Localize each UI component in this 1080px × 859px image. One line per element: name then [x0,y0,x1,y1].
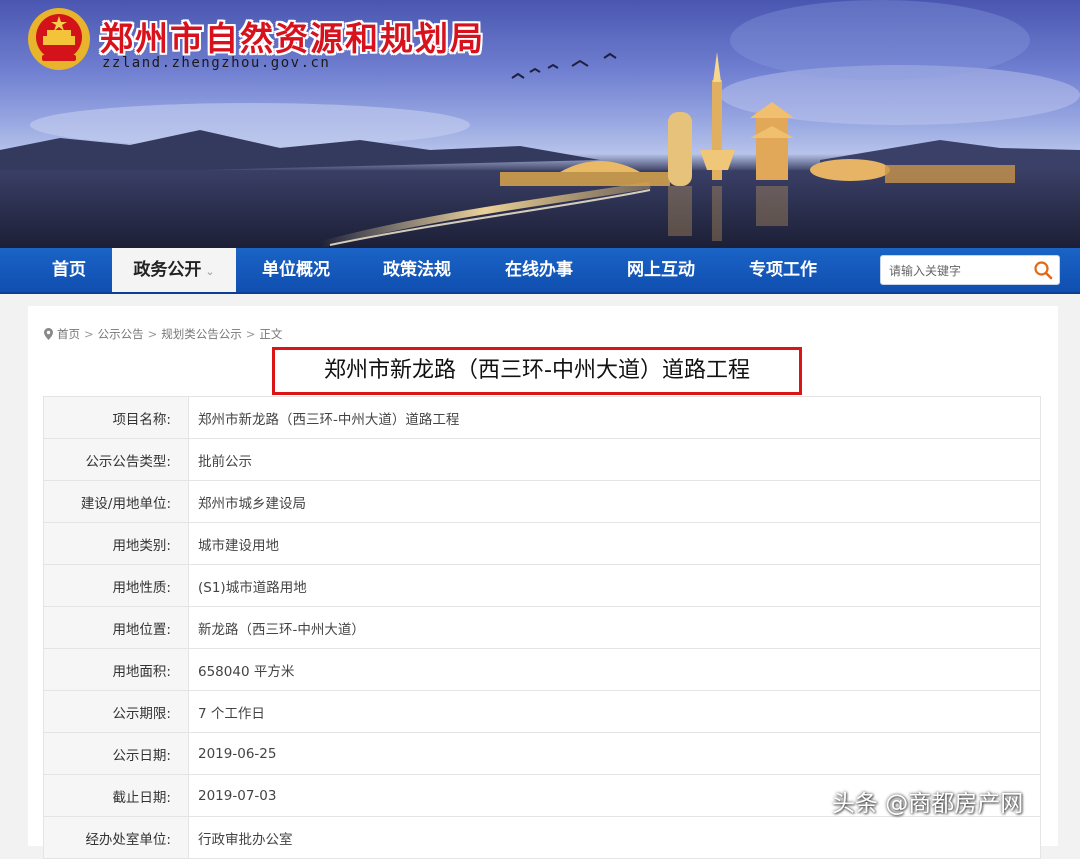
search-input[interactable] [887,259,1031,283]
page-title: 郑州市新龙路（西三环-中州大道）道路工程 [272,347,802,395]
row-value: 行政审批办公室 [188,816,1041,859]
row-label: 公示日期: [43,732,189,775]
breadcrumb-current: 正文 [259,327,283,341]
table-row: 公示日期: 2019-06-25 [43,732,1041,775]
breadcrumb-home[interactable]: 首页 [57,327,80,341]
table-row: 经办处室单位: 行政审批办公室 [43,816,1041,859]
row-value: 2019-06-25 [188,732,1041,775]
site-domain: zzland.zhengzhou.gov.cn [102,55,331,71]
table-row: 用地位置: 新龙路（西三环-中州大道） [43,606,1041,649]
nav-item-policies[interactable]: 政策法规 [356,248,478,292]
nav-item-label: 政务公开 [133,260,202,280]
national-emblem-icon [28,8,90,70]
breadcrumb-separator: > [84,327,94,341]
row-value: 郑州市新龙路（西三环-中州大道）道路工程 [188,396,1041,439]
row-value: 7 个工作日 [188,690,1041,733]
table-row: 建设/用地单位: 郑州市城乡建设局 [43,480,1041,523]
watermark: 头条 @商都房产网 [832,791,1024,817]
breadcrumb: 首页 > 公示公告 > 规划类公告公示 > 正文 [44,326,282,342]
row-label: 公示期限: [43,690,189,733]
table-row: 项目名称: 郑州市新龙路（西三环-中州大道）道路工程 [43,396,1041,439]
row-label: 公示公告类型: [43,438,189,481]
row-label: 建设/用地单位: [43,480,189,523]
row-value: 658040 平方米 [188,648,1041,691]
main-nav: 首页 政务公开 ⌄ 单位概况 政策法规 在线办事 网上互动 专项工作 [0,248,1080,294]
site-title: 郑州市自然资源和规划局 [100,19,485,58]
row-label: 用地面积: [43,648,189,691]
row-value: 新龙路（西三环-中州大道） [188,606,1041,649]
row-value: 批前公示 [188,438,1041,481]
row-label: 用地位置: [43,606,189,649]
nav-item-interaction[interactable]: 网上互动 [600,248,722,292]
row-label: 用地性质: [43,564,189,607]
content-panel: 首页 > 公示公告 > 规划类公告公示 > 正文 郑州市新龙路（西三环-中州大道）道路工程 … [28,306,1058,859]
table-row: 用地面积: 658040 平方米 [43,648,1041,691]
row-label: 项目名称: [43,396,189,439]
nav-item-special-work[interactable]: 专项工作 [722,248,844,292]
row-label: 截止日期: [43,774,189,817]
table-row: 公示公告类型: 批前公示 [43,438,1041,481]
nav-item-government-affairs[interactable]: 政务公开 ⌄ [112,248,236,292]
row-value: (S1)城市道路用地 [188,564,1041,607]
table-row: 用地类别: 城市建设用地 [43,522,1041,565]
row-label: 经办处室单位: [43,816,189,859]
nav-item-unit-overview[interactable]: 单位概况 [236,248,356,292]
table-row: 公示期限: 7 个工作日 [43,690,1041,733]
nav-item-home[interactable]: 首页 [26,248,112,292]
chevron-down-icon: ⌄ [205,265,215,278]
row-value: 城市建设用地 [188,522,1041,565]
header-banner: 郑州市自然资源和规划局 zzland.zhengzhou.gov.cn [0,0,1080,248]
breadcrumb-planning-notices[interactable]: 规划类公告公示 [161,327,242,341]
search-icon[interactable] [1033,260,1053,280]
breadcrumb-separator: > [147,327,158,341]
breadcrumb-announcements[interactable]: 公示公告 [98,327,144,341]
search-box [880,255,1060,285]
row-value: 郑州市城乡建设局 [188,480,1041,523]
location-pin-icon [44,328,53,340]
table-row: 用地性质: (S1)城市道路用地 [43,564,1041,607]
nav-item-online-services[interactable]: 在线办事 [478,248,600,292]
breadcrumb-separator: > [245,327,256,341]
row-label: 用地类别: [43,522,189,565]
